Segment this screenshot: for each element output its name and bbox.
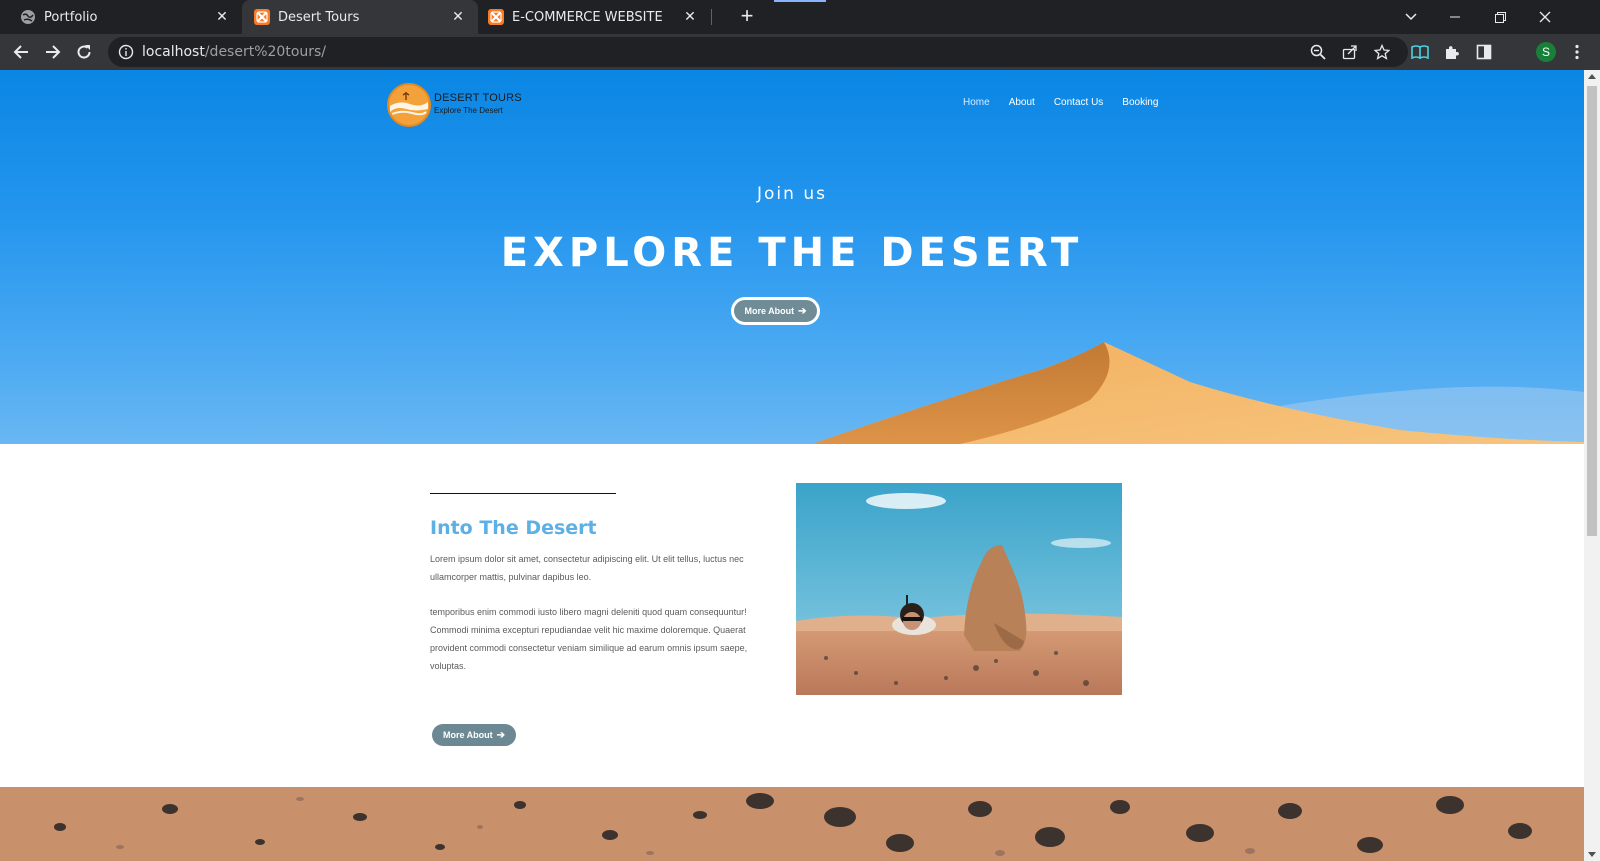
nav-about[interactable]: About [1009, 97, 1035, 108]
reload-button[interactable] [70, 38, 98, 66]
scrollbar-thumb[interactable] [1587, 86, 1597, 536]
camel-photo [796, 483, 1122, 695]
tab-title: Portfolio [44, 9, 98, 25]
address-bar[interactable]: localhost/desert%20tours/ [108, 37, 1408, 67]
about-paragraph-1: Lorem ipsum dolor sit amet, consectetur … [430, 554, 744, 582]
extensions-button[interactable] [1442, 42, 1462, 62]
close-tab-icon[interactable]: ✕ [214, 9, 230, 25]
page-viewport: DESERT TOURS Explore The Desert Home Abo… [0, 70, 1584, 861]
url-text[interactable]: localhost/desert%20tours/ [142, 44, 326, 60]
side-panel-button[interactable] [1474, 42, 1494, 62]
restore-button[interactable] [1477, 0, 1523, 34]
tab-title: Desert Tours [278, 9, 360, 25]
star-icon[interactable] [1374, 44, 1390, 60]
about-more-about-button[interactable]: More About ➔ [432, 724, 516, 746]
minimize-button[interactable] [1432, 0, 1478, 34]
xampp-icon [488, 9, 504, 25]
puzzle-icon [1446, 46, 1459, 59]
tab-ecommerce[interactable]: E-COMMERCE WEBSITE ✕ [478, 0, 710, 34]
xampp-icon [254, 9, 270, 25]
tab-search-button[interactable] [1388, 0, 1434, 34]
logo-brand-text: DESERT TOURS [434, 92, 522, 104]
url-path: /desert%20tours/ [204, 44, 327, 60]
url-host: localhost [142, 44, 205, 60]
forward-button[interactable] [39, 38, 67, 66]
scroll-up-arrow-icon[interactable] [1588, 74, 1596, 79]
chevron-down-icon [1405, 13, 1417, 21]
book-icon [1411, 45, 1429, 59]
arrow-left-icon [13, 45, 28, 59]
close-tab-icon[interactable]: ✕ [682, 9, 698, 25]
site-logo[interactable]: DESERT TOURS Explore The Desert [386, 82, 526, 128]
arrow-right-icon: ➔ [798, 305, 807, 317]
info-icon[interactable] [118, 44, 134, 60]
reading-list-button[interactable] [1410, 42, 1430, 62]
profile-avatar[interactable]: S [1536, 42, 1556, 62]
tab-desert-tours[interactable]: Desert Tours ✕ [242, 0, 478, 34]
tab-title: E-COMMERCE WEBSITE [512, 9, 663, 25]
tab-indicator [774, 0, 826, 2]
main-nav: Home About Contact Us Booking [963, 97, 1177, 108]
share-icon[interactable] [1342, 44, 1358, 60]
close-tab-icon[interactable]: ✕ [450, 9, 466, 25]
desert-logo-icon [387, 83, 431, 127]
browser-menu-button[interactable] [1567, 42, 1587, 62]
hero-kicker: Join us [757, 184, 827, 204]
reload-icon [77, 45, 91, 59]
desert-ground-image [0, 787, 1584, 861]
section-divider [430, 493, 616, 494]
zoom-icon[interactable] [1310, 44, 1326, 60]
tab-portfolio[interactable]: Portfolio ✕ [0, 0, 242, 34]
arrow-right-icon [46, 45, 61, 59]
nav-contact-us[interactable]: Contact Us [1054, 97, 1103, 108]
tab-separator [711, 9, 712, 25]
restore-icon [1494, 11, 1506, 23]
back-button[interactable] [7, 38, 35, 66]
close-window-button[interactable] [1522, 0, 1568, 34]
scroll-down-arrow-icon[interactable] [1588, 852, 1596, 857]
new-tab-button[interactable]: + [734, 4, 760, 30]
page-scrollbar[interactable] [1584, 70, 1600, 861]
tab-strip: Portfolio ✕ Desert Tours ✕ E-COMMERCE WE… [0, 0, 1600, 34]
hero-section: DESERT TOURS Explore The Desert Home Abo… [0, 70, 1584, 444]
about-title: Into The Desert [430, 517, 597, 539]
logo-tagline: Explore The Desert [434, 106, 503, 115]
nav-home[interactable]: Home [963, 97, 990, 108]
about-paragraph-2: temporibus enim commodi iusto libero mag… [430, 607, 748, 671]
hero-headline: EXPLORE THE DESERT [500, 230, 1084, 276]
globe-icon [21, 10, 35, 24]
kebab-menu-icon [1575, 44, 1579, 60]
browser-toolbar: localhost/desert%20tours/ S [0, 34, 1600, 70]
minimize-icon [1450, 16, 1460, 18]
button-label: More About [442, 730, 493, 740]
arrow-right-icon: ➔ [496, 729, 506, 741]
side-panel-icon [1476, 44, 1492, 60]
nav-booking[interactable]: Booking [1122, 97, 1158, 108]
button-label: More About [744, 306, 795, 316]
close-icon [1539, 11, 1551, 23]
hero-more-about-button[interactable]: More About ➔ [731, 297, 820, 325]
